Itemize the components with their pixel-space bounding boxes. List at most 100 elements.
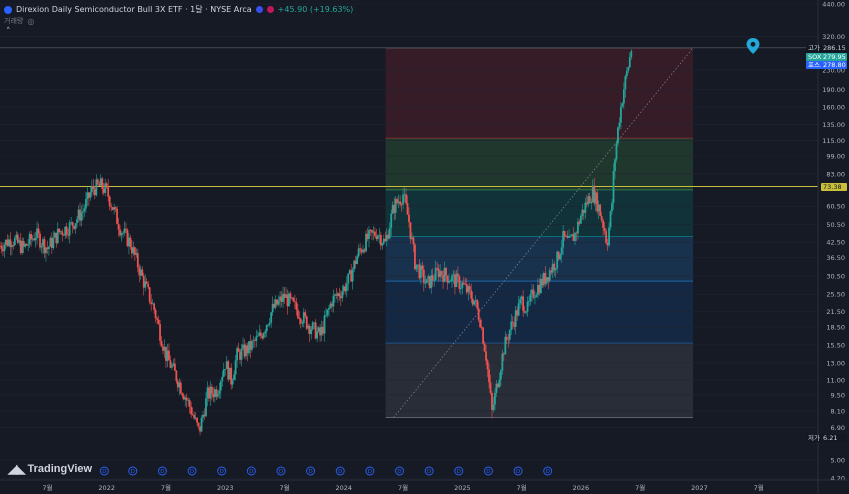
candle-body-108 xyxy=(159,323,161,341)
candle-body-219 xyxy=(323,315,326,334)
candle-body-27 xyxy=(39,233,41,248)
candle-body-199 xyxy=(293,301,296,303)
candle-body-173 xyxy=(255,336,258,341)
candle-body-204 xyxy=(301,323,304,324)
candle-body-286 xyxy=(422,269,425,284)
candle-body-152 xyxy=(224,369,227,370)
candle-body-182 xyxy=(268,322,271,325)
y-tick-label-17: 18.50 xyxy=(826,323,845,331)
candle-body-206 xyxy=(304,312,307,317)
candle-body-151 xyxy=(222,369,225,377)
dividend-marker-label-8: D xyxy=(338,469,342,475)
candle-body-148 xyxy=(218,390,221,394)
candle-body-304 xyxy=(449,281,452,282)
market-status-icon xyxy=(255,6,263,13)
candle-body-200 xyxy=(295,302,298,310)
symbol-logo-icon xyxy=(4,5,12,14)
candle-body-287 xyxy=(424,283,427,284)
candle-body-329 xyxy=(486,360,489,370)
candle-body-339 xyxy=(501,353,504,371)
candle-body-128 xyxy=(188,400,191,407)
candle-body-214 xyxy=(316,331,319,339)
candle-body-253 xyxy=(374,231,376,236)
candle-body-136 xyxy=(200,417,203,432)
chart-header: Direxion Daily Semiconductor Bull 3X ETF… xyxy=(4,4,353,15)
price-tag-value-0: 286.15 xyxy=(821,43,847,52)
candle-body-407 xyxy=(602,220,605,228)
candle-body-49 xyxy=(71,222,74,227)
candle-body-293 xyxy=(433,280,436,281)
candle-body-114 xyxy=(168,350,170,361)
y-tick-label-10: 60.50 xyxy=(826,203,845,211)
alert-icon xyxy=(266,6,274,13)
candle-body-180 xyxy=(265,325,268,332)
candle-body-69 xyxy=(101,178,104,189)
y-tick-label-8: 83.00 xyxy=(826,170,845,178)
candle-body-80 xyxy=(117,223,120,230)
candle-body-66 xyxy=(96,179,99,184)
candle-body-158 xyxy=(233,374,236,381)
indicator-row: 거래량 ◎ xyxy=(4,16,34,26)
dividend-marker-label-7: D xyxy=(308,469,312,475)
candle-body-109 xyxy=(160,340,163,347)
candle-body-72 xyxy=(105,183,108,187)
candle-body-75 xyxy=(110,206,113,208)
price-tag-label-0: 고가 xyxy=(806,43,822,52)
candle-body-423 xyxy=(625,70,628,77)
candle-body-42 xyxy=(61,231,64,235)
x-tick-label-4: 7월 xyxy=(279,483,289,492)
candle-body-331 xyxy=(489,382,492,393)
candle-body-328 xyxy=(485,351,487,361)
price-chart[interactable]: 440.00320.00230.00190.00160.00135.00115.… xyxy=(0,0,849,494)
candle-body-417 xyxy=(617,127,619,144)
candle-body-159 xyxy=(234,360,237,375)
y-tick-label-12: 42.50 xyxy=(826,239,845,247)
dividend-marker-label-11: D xyxy=(427,469,431,475)
candle-body-1 xyxy=(0,245,3,250)
candle-body-318 xyxy=(470,290,473,299)
candle-body-211 xyxy=(311,322,314,330)
collapse-chevron-icon[interactable]: ˄ xyxy=(6,27,11,37)
eye-icon[interactable]: ◎ xyxy=(27,17,34,26)
x-tick-label-2: 7월 xyxy=(161,483,171,492)
candle-body-229 xyxy=(338,293,341,297)
symbol-title[interactable]: Direxion Daily Semiconductor Bull 3X ETF… xyxy=(16,4,252,15)
x-tick-label-3: 2023 xyxy=(217,484,234,492)
candle-body-99 xyxy=(145,281,148,284)
candle-body-133 xyxy=(196,417,198,423)
candle-body-183 xyxy=(270,312,273,323)
candle-body-143 xyxy=(211,386,213,394)
candle-body-170 xyxy=(251,340,253,350)
candle-body-235 xyxy=(347,273,350,284)
candle-body-337 xyxy=(498,379,501,388)
candle-body-78 xyxy=(114,207,117,209)
candle-body-85 xyxy=(125,228,127,230)
candle-body-100 xyxy=(147,283,150,288)
candle-body-392 xyxy=(579,216,582,224)
candle-body-56 xyxy=(82,211,84,213)
candle-body-274 xyxy=(405,194,407,204)
candle-body-101 xyxy=(148,287,151,302)
fib-zone-5 xyxy=(385,342,693,418)
candle-body-83 xyxy=(122,232,124,234)
candle-body-196 xyxy=(289,293,292,299)
candle-body-358 xyxy=(529,294,532,302)
indicator-label[interactable]: 거래량 xyxy=(4,16,23,26)
logo-text: TradingView xyxy=(27,463,93,475)
fib-zone-1 xyxy=(385,138,693,190)
candle-body-88 xyxy=(129,237,132,248)
candle-body-379 xyxy=(560,247,563,255)
candle-body-176 xyxy=(259,332,262,337)
y-axis: 440.00320.00230.00190.00160.00135.00115.… xyxy=(817,0,845,494)
dividend-marker-label-13: D xyxy=(486,469,490,475)
candle-body-10 xyxy=(13,238,16,246)
candle-body-330 xyxy=(488,369,490,383)
candle-body-385 xyxy=(569,235,572,237)
x-tick-label-5: 2024 xyxy=(336,484,353,492)
candle-body-181 xyxy=(267,324,270,326)
dividend-marker-label-12: D xyxy=(457,469,461,475)
candle-body-406 xyxy=(600,215,603,221)
map-pin-icon[interactable] xyxy=(746,38,760,54)
candle-body-310 xyxy=(458,276,461,289)
candle-body-238 xyxy=(351,269,354,282)
